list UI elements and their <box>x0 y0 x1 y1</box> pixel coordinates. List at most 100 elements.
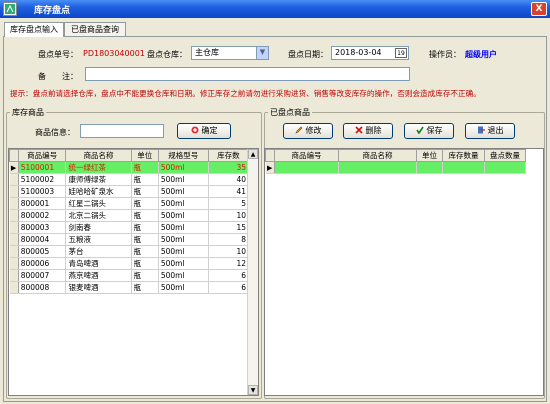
table-cell[interactable] <box>338 161 417 174</box>
table-row[interactable]: 800004 五粮液瓶 500ml 8 <box>9 233 250 246</box>
save-button[interactable]: 保存 <box>404 123 454 139</box>
table-cell[interactable]: 剑南春 <box>65 221 132 234</box>
column-header[interactable]: 单位 <box>416 149 443 162</box>
scroll-up-icon[interactable]: ▲ <box>248 149 258 159</box>
stock-grid[interactable]: 商品编号 商品名称 单位 规格型号 库存数 ▶ 5100001 统一绿红茶瓶 500m… <box>8 148 259 396</box>
table-cell[interactable]: 35 <box>208 161 250 174</box>
table-cell[interactable]: 瓶 <box>131 257 159 270</box>
column-header[interactable]: 商品名称 <box>338 149 417 162</box>
column-header[interactable]: 商品编号 <box>17 149 67 162</box>
search-input[interactable] <box>80 124 164 138</box>
exit-button[interactable]: 退出 <box>465 123 515 139</box>
table-cell[interactable]: 12 <box>208 257 250 270</box>
table-cell[interactable]: 5100002 <box>18 173 67 186</box>
table-cell[interactable] <box>484 161 526 174</box>
table-row[interactable]: 800008 银麦啤酒瓶 500ml 6 <box>9 281 250 294</box>
table-cell[interactable]: 500ml <box>158 245 209 258</box>
table-cell[interactable]: 500ml <box>158 281 209 294</box>
table-cell[interactable]: 500ml <box>158 221 209 234</box>
table-cell[interactable]: 五粮液 <box>65 233 132 246</box>
table-row[interactable]: 5100002 康师傅绿茶瓶 500ml 40 <box>9 173 250 186</box>
stock-grid-scrollbar[interactable]: ▲ ▼ <box>247 149 258 395</box>
table-cell[interactable]: 800004 <box>18 233 67 246</box>
column-header[interactable]: 库存数量 <box>442 149 485 162</box>
table-cell[interactable]: 800005 <box>18 245 67 258</box>
table-cell[interactable]: 5100001 <box>18 161 67 174</box>
delete-button[interactable]: 删除 <box>343 123 393 139</box>
chevron-down-icon[interactable]: ▼ <box>256 47 268 59</box>
table-cell[interactable]: 500ml <box>158 257 209 270</box>
table-cell[interactable]: 燕京啤酒 <box>65 269 132 282</box>
close-icon[interactable]: X <box>531 2 547 16</box>
column-header[interactable]: 单位 <box>130 149 159 162</box>
counted-grid[interactable]: 商品编号 商品名称 单位 库存数量 盘点数量 ▶ <box>264 148 544 396</box>
table-row[interactable]: 5100003 娃哈哈矿泉水瓶 500ml 41 <box>9 185 250 198</box>
table-cell[interactable]: 41 <box>208 185 250 198</box>
table-cell[interactable]: 茅台 <box>65 245 132 258</box>
table-cell[interactable]: 瓶 <box>131 221 159 234</box>
table-cell[interactable]: 瓶 <box>131 173 159 186</box>
table-cell[interactable]: 15 <box>208 221 250 234</box>
table-row[interactable]: ▶ 5100001 统一绿红茶瓶 500ml 35 <box>9 161 250 174</box>
table-cell[interactable]: 500ml <box>158 173 209 186</box>
table-cell[interactable]: 800007 <box>18 269 67 282</box>
column-header[interactable]: 商品编号 <box>274 149 339 162</box>
table-cell[interactable]: 瓶 <box>131 245 159 258</box>
warehouse-select[interactable]: 主仓库 ▼ <box>191 46 269 60</box>
table-cell[interactable]: 6 <box>208 281 250 294</box>
tab-stock-count-input[interactable]: 库存盘点输入 <box>4 22 64 37</box>
table-cell[interactable]: 10 <box>208 209 250 222</box>
column-header[interactable]: 商品名称 <box>65 149 132 162</box>
table-cell[interactable]: 康师傅绿茶 <box>65 173 132 186</box>
date-picker[interactable]: 2018-03-04 19 <box>331 46 409 60</box>
table-row[interactable]: 800002 北京二锅头瓶 500ml 10 <box>9 209 250 222</box>
table-cell[interactable]: 红星二锅头 <box>65 197 132 210</box>
table-cell[interactable]: 800001 <box>18 197 67 210</box>
column-header[interactable]: 库存数 <box>207 149 250 162</box>
table-cell[interactable]: 800006 <box>18 257 67 270</box>
table-cell[interactable]: 瓶 <box>131 233 159 246</box>
table-row[interactable]: 800003 剑南春瓶 500ml 15 <box>9 221 250 234</box>
table-cell[interactable]: 北京二锅头 <box>65 209 132 222</box>
tab-counted-query[interactable]: 已盘商品查询 <box>64 22 126 36</box>
table-cell[interactable]: 瓶 <box>131 197 159 210</box>
table-cell[interactable]: 瓶 <box>131 269 159 282</box>
table-cell[interactable]: 500ml <box>158 197 209 210</box>
scroll-down-icon[interactable]: ▼ <box>248 385 258 395</box>
table-cell[interactable]: 800003 <box>18 221 67 234</box>
table-cell[interactable]: 统一绿红茶 <box>65 161 132 174</box>
table-cell[interactable]: 10 <box>208 245 250 258</box>
table-cell[interactable] <box>274 161 339 174</box>
table-cell[interactable]: 500ml <box>158 185 209 198</box>
table-cell[interactable] <box>416 161 443 174</box>
table-row[interactable]: 800005 茅台瓶 500ml 10 <box>9 245 250 258</box>
table-cell[interactable]: 娃哈哈矿泉水 <box>65 185 132 198</box>
table-row[interactable]: ▶ <box>265 161 526 174</box>
table-row[interactable]: 800007 燕京啤酒瓶 500ml 6 <box>9 269 250 282</box>
table-cell[interactable]: 瓶 <box>131 209 159 222</box>
table-cell[interactable]: 5100003 <box>18 185 67 198</box>
table-cell[interactable]: 瓶 <box>131 161 159 174</box>
calendar-icon[interactable]: 19 <box>395 48 407 58</box>
table-cell[interactable]: 800008 <box>18 281 67 294</box>
table-row[interactable]: 800006 青岛啤酒瓶 500ml 12 <box>9 257 250 270</box>
table-cell[interactable]: 500ml <box>158 269 209 282</box>
table-cell[interactable]: 5 <box>208 197 250 210</box>
confirm-button[interactable]: 确定 <box>177 123 231 139</box>
table-cell[interactable]: 40 <box>208 173 250 186</box>
table-row[interactable]: 800001 红星二锅头瓶 500ml 5 <box>9 197 250 210</box>
column-header[interactable]: 盘点数量 <box>484 149 526 162</box>
table-cell[interactable]: 500ml <box>158 233 209 246</box>
table-cell[interactable]: 800002 <box>18 209 67 222</box>
table-cell[interactable]: 500ml <box>158 209 209 222</box>
table-cell[interactable]: 6 <box>208 269 250 282</box>
table-cell[interactable]: 8 <box>208 233 250 246</box>
column-header[interactable]: 规格型号 <box>157 149 209 162</box>
table-cell[interactable] <box>442 161 485 174</box>
table-cell[interactable]: 瓶 <box>131 281 159 294</box>
table-cell[interactable]: 瓶 <box>131 185 159 198</box>
table-cell[interactable]: 500ml <box>158 161 209 174</box>
remark-input[interactable] <box>85 67 410 81</box>
edit-button[interactable]: 修改 <box>283 123 333 139</box>
table-cell[interactable]: 银麦啤酒 <box>65 281 132 294</box>
